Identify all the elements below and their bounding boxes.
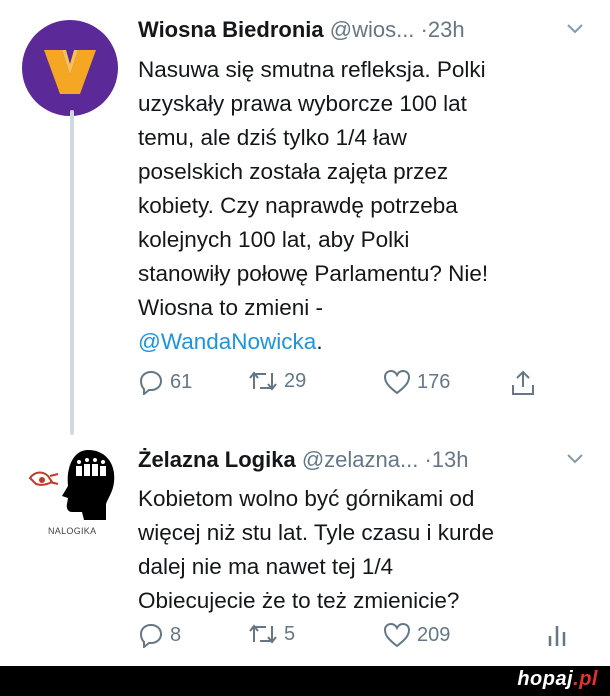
- retweet-count: 5: [284, 622, 296, 645]
- avatar-label: NALOGIKA: [48, 526, 97, 536]
- avatar-zelazna-logika[interactable]: NALOGIKA: [22, 440, 122, 550]
- text-line: temu, ale dziś tylko 1/4 ław: [138, 125, 407, 150]
- avatar-wiosna[interactable]: [22, 20, 118, 116]
- text-line: uzyskały prawa wyborcze 100 lat: [138, 91, 467, 116]
- share-button[interactable]: [510, 369, 536, 397]
- mention-link[interactable]: @WandaNowicka: [138, 329, 316, 354]
- thread-line: [70, 110, 74, 435]
- retweet-icon: [248, 622, 278, 646]
- text-line: Obiecujecie że to też zmienicie?: [138, 588, 460, 613]
- timestamp[interactable]: 23h: [428, 17, 465, 42]
- handle[interactable]: @wios...: [330, 17, 415, 42]
- retweet-count: 29: [284, 369, 307, 392]
- like-button[interactable]: 209: [383, 622, 450, 648]
- watermark-bar: hopaj.pl: [0, 666, 610, 696]
- text-line: kobiety. Czy naprawdę potrzeba: [138, 193, 458, 218]
- reply-button[interactable]: 8: [138, 622, 181, 648]
- tweet-header: Żelazna Logika @zelazna... ·13h: [138, 446, 469, 474]
- display-name[interactable]: Wiosna Biedronia: [138, 17, 324, 42]
- reply-count: 61: [170, 370, 193, 393]
- analytics-button[interactable]: [546, 622, 568, 648]
- like-count: 176: [417, 370, 451, 393]
- wiosna-logo-icon: [44, 50, 96, 94]
- text-line: Nasuwa się smutna refleksja. Polki: [138, 57, 486, 82]
- handle[interactable]: @zelazna...: [302, 447, 419, 472]
- like-button[interactable]: 176: [383, 369, 450, 395]
- tweet-actions: 61 29 176: [138, 369, 558, 405]
- share-icon: [510, 369, 536, 397]
- reply-count: 8: [170, 623, 182, 646]
- tweet-header: Wiosna Biedronia @wios... ·23h: [138, 16, 465, 44]
- tweet-wiosna[interactable]: Wiosna Biedronia @wios... ·23h Nasuwa si…: [0, 0, 610, 435]
- reply-button[interactable]: 61: [138, 369, 192, 395]
- text-line: stanowiły połowę Parlamentu? Nie!: [138, 261, 489, 286]
- retweet-button[interactable]: 5: [248, 622, 295, 646]
- heart-icon: [383, 622, 411, 648]
- chevron-down-icon[interactable]: [566, 448, 584, 471]
- text-line: kolejnych 100 lat, aby Polki: [138, 227, 410, 252]
- text-line: więcej niż stu lat. Tyle czasu i kurde: [138, 520, 494, 545]
- tweet-actions: 8 5 209: [138, 622, 566, 658]
- reply-icon: [138, 622, 164, 648]
- analytics-icon: [546, 622, 568, 648]
- tweet-text: Nasuwa się smutna refleksja. Polki uzysk…: [138, 53, 588, 359]
- separator-dot: ·: [424, 447, 432, 472]
- text-tail: .: [316, 329, 323, 354]
- tweet-text: Kobietom wolno być górnikami od więcej n…: [138, 482, 588, 618]
- text-line: poselskich została zajęta przez: [138, 159, 449, 184]
- separator-dot: ·: [420, 17, 428, 42]
- display-name[interactable]: Żelazna Logika: [138, 447, 296, 472]
- like-count: 209: [417, 623, 451, 646]
- retweet-icon: [248, 369, 278, 393]
- text-line: Kobietom wolno być górnikami od: [138, 486, 475, 511]
- text-line: dalej nie ma nawet tej 1/4: [138, 554, 394, 579]
- reply-icon: [138, 369, 164, 395]
- heart-icon: [383, 369, 411, 395]
- chevron-down-icon[interactable]: [566, 18, 584, 41]
- retweet-button[interactable]: 29: [248, 369, 306, 393]
- watermark-logo: hopaj.pl: [517, 668, 598, 690]
- text-line: Wiosna to zmieni -: [138, 295, 324, 320]
- timestamp[interactable]: 13h: [432, 447, 469, 472]
